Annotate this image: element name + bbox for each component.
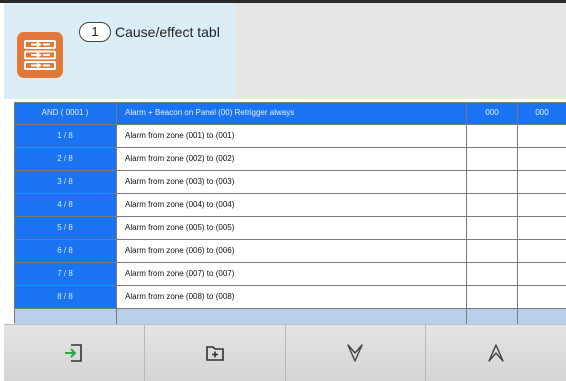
- row-index: 7 / 8: [14, 263, 117, 285]
- row-value-2: [518, 148, 566, 170]
- row-value-2: [518, 240, 566, 262]
- table-row[interactable]: 4 / 8 Alarm from zone (004) to (004): [14, 194, 566, 217]
- exit-icon: [63, 342, 85, 364]
- row-value-1: [467, 171, 518, 193]
- table-row[interactable]: 3 / 8 Alarm from zone (003) to (003): [14, 171, 566, 194]
- effect-description: Alarm + Beacon on Panel (00) Retrigger a…: [117, 102, 467, 124]
- and-group-label: AND ( 0001 ): [14, 102, 117, 124]
- row-value-1: [467, 148, 518, 170]
- chevron-up-icon: [486, 342, 506, 364]
- table-row[interactable]: 8 / 8 Alarm from zone (008) to (008): [14, 286, 566, 309]
- row-description: Alarm from zone (007) to (007): [117, 263, 467, 285]
- row-description: Alarm from zone (006) to (006): [117, 240, 467, 262]
- row-value-1: [467, 125, 518, 147]
- next-button[interactable]: [285, 325, 427, 381]
- row-value-1: [467, 240, 518, 262]
- row-index: 4 / 8: [14, 194, 117, 216]
- row-value-2: [518, 263, 566, 285]
- cause-effect-table: AND ( 0001 ) Alarm + Beacon on Panel (00…: [14, 102, 566, 329]
- row-value-2: [518, 286, 566, 308]
- row-value-1: [467, 217, 518, 239]
- bottom-toolbar: [4, 324, 566, 381]
- header-value-2: 000: [518, 102, 566, 124]
- row-index: 8 / 8: [14, 286, 117, 308]
- table-header-row[interactable]: AND ( 0001 ) Alarm + Beacon on Panel (00…: [14, 102, 566, 125]
- row-index: 6 / 8: [14, 240, 117, 262]
- previous-button[interactable]: [426, 325, 566, 381]
- cause-effect-table-icon: [17, 32, 63, 78]
- tab-title: Cause/effect tabl: [115, 24, 220, 40]
- row-value-2: [518, 125, 566, 147]
- row-value-1: [467, 263, 518, 285]
- row-index: 3 / 8: [14, 171, 117, 193]
- tab-cause-effect[interactable]: 1 Cause/effect tabl: [4, 3, 236, 99]
- table-row[interactable]: 6 / 8 Alarm from zone (006) to (006): [14, 240, 566, 263]
- row-description: Alarm from zone (002) to (002): [117, 148, 467, 170]
- header-bar: 1 Cause/effect tabl: [4, 3, 566, 99]
- header-value-1: 000: [467, 102, 518, 124]
- row-value-1: [467, 286, 518, 308]
- table-row[interactable]: 5 / 8 Alarm from zone (005) to (005): [14, 217, 566, 240]
- add-button[interactable]: [144, 325, 286, 381]
- row-value-1: [467, 194, 518, 216]
- tab-number-badge: 1: [79, 22, 111, 42]
- add-icon: [204, 342, 226, 364]
- row-description: Alarm from zone (008) to (008): [117, 286, 467, 308]
- table-row[interactable]: 1 / 8 Alarm from zone (001) to (001): [14, 125, 566, 148]
- table-row[interactable]: 7 / 8 Alarm from zone (007) to (007): [14, 263, 566, 286]
- row-description: Alarm from zone (004) to (004): [117, 194, 467, 216]
- row-description: Alarm from zone (005) to (005): [117, 217, 467, 239]
- row-value-2: [518, 171, 566, 193]
- row-value-2: [518, 194, 566, 216]
- row-index: 1 / 8: [14, 125, 117, 147]
- row-description: Alarm from zone (001) to (001): [117, 125, 467, 147]
- row-description: Alarm from zone (003) to (003): [117, 171, 467, 193]
- row-index: 5 / 8: [14, 217, 117, 239]
- table-row[interactable]: 2 / 8 Alarm from zone (002) to (002): [14, 148, 566, 171]
- row-value-2: [518, 217, 566, 239]
- row-index: 2 / 8: [14, 148, 117, 170]
- exit-button[interactable]: [4, 325, 145, 381]
- chevron-down-icon: [345, 342, 365, 364]
